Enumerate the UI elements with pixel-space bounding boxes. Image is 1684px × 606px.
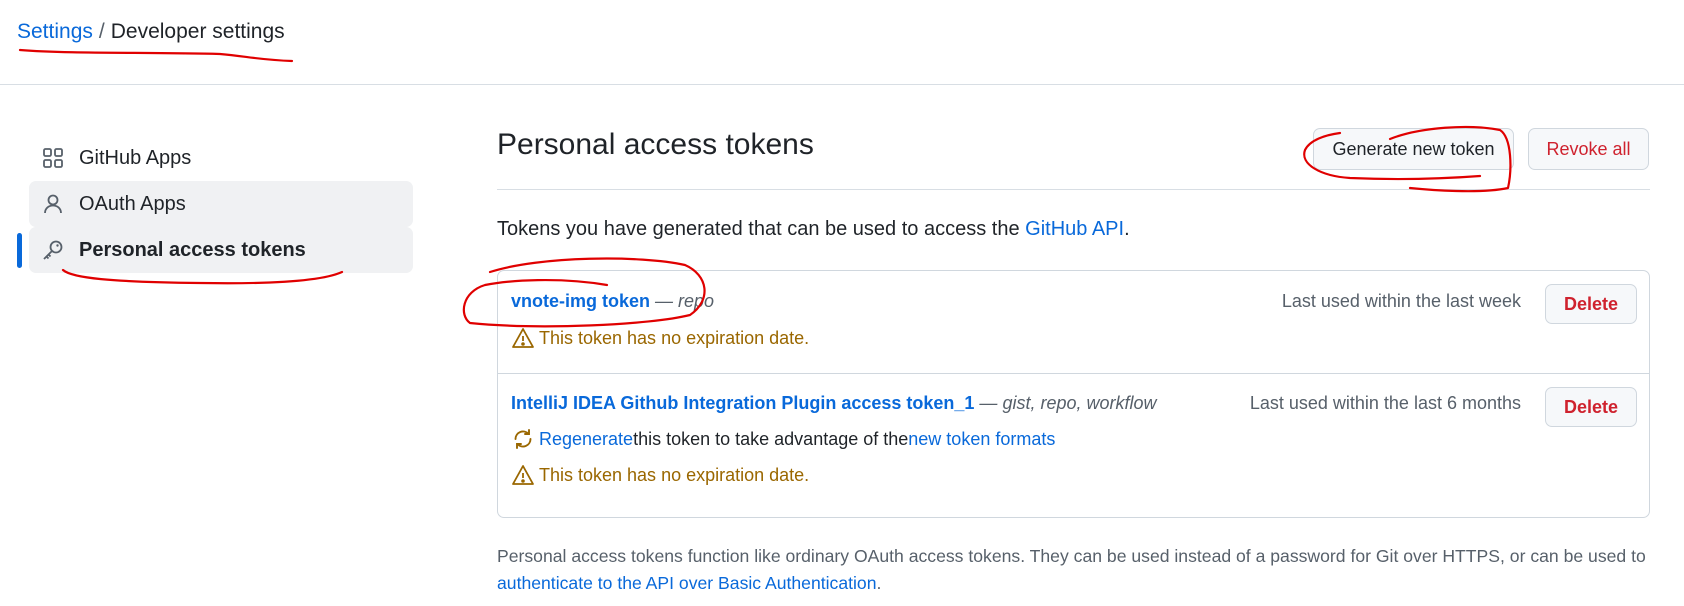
- basic-auth-link[interactable]: authenticate to the API over Basic Authe…: [497, 573, 877, 593]
- token-row: IntelliJ IDEA Github Integration Plugin …: [498, 374, 1649, 517]
- delete-token-button[interactable]: Delete: [1545, 387, 1637, 427]
- breadcrumb: Settings / Developer settings: [17, 18, 285, 46]
- token-name-link[interactable]: vnote-img token: [511, 291, 650, 311]
- expiration-warning: This token has no expiration date.: [511, 463, 809, 487]
- page-header: Personal access tokens Generate new toke…: [497, 120, 1650, 190]
- sidebar-item-personal-access-tokens[interactable]: Personal access tokens: [17, 227, 413, 273]
- intro-text-body: Tokens you have generated that can be us…: [497, 218, 1026, 240]
- breadcrumb-separator: /: [98, 20, 105, 43]
- token-scopes: gist, repo, workflow: [1002, 393, 1157, 413]
- breadcrumb-current: Developer settings: [110, 20, 285, 43]
- token-last-used: Last used within the last week: [1281, 291, 1521, 311]
- sidebar: GitHub Apps OAuth Apps Personal access t…: [17, 135, 413, 273]
- new-token-formats-link[interactable]: new token formats: [908, 429, 1055, 450]
- sidebar-item-label: Personal access tokens: [79, 238, 306, 261]
- token-dash: —: [974, 393, 1003, 413]
- developer-settings-page: Settings / Developer settings GitHub Apps …: [0, 0, 1684, 606]
- sync-icon: [514, 429, 532, 449]
- expiration-warning: This token has no expiration date.: [511, 326, 809, 350]
- delete-token-button[interactable]: Delete: [1545, 284, 1637, 324]
- intro-text-end: .: [1124, 218, 1130, 240]
- token-row: vnote-img token — repo Last used within …: [498, 271, 1649, 374]
- person-icon: [41, 192, 65, 216]
- token-title: IntelliJ IDEA Github Integration Plugin …: [511, 393, 1157, 414]
- main-content: Personal access tokens Generate new toke…: [497, 120, 1650, 593]
- token-list: vnote-img token — repo Last used within …: [497, 270, 1650, 518]
- generate-new-token-button[interactable]: Generate new token: [1313, 128, 1514, 170]
- key-icon: [41, 238, 65, 262]
- sidebar-item-label: OAuth Apps: [79, 192, 186, 215]
- revoke-all-button[interactable]: Revoke all: [1528, 128, 1649, 170]
- regenerate-link[interactable]: Regenerate: [539, 429, 633, 450]
- token-dash: —: [650, 291, 679, 311]
- sidebar-item-oauth-apps[interactable]: OAuth Apps: [29, 181, 413, 227]
- footnote-text: Personal access tokens function like ord…: [497, 546, 1646, 566]
- intro-text: Tokens you have generated that can be us…: [497, 218, 1130, 241]
- warning-icon: [512, 328, 534, 348]
- token-title: vnote-img token — repo: [511, 291, 714, 312]
- warning-icon: [512, 465, 534, 485]
- footnote-end: .: [876, 573, 882, 593]
- header-divider: [0, 84, 1684, 85]
- warning-text: This token has no expiration date.: [539, 464, 810, 485]
- page-title: Personal access tokens: [497, 128, 814, 161]
- sidebar-item-github-apps[interactable]: GitHub Apps: [29, 135, 413, 181]
- active-indicator: [17, 233, 22, 268]
- token-name-link[interactable]: IntelliJ IDEA Github Integration Plugin …: [511, 393, 974, 413]
- warning-text: This token has no expiration date.: [539, 327, 810, 348]
- token-last-used: Last used within the last 6 months: [1249, 393, 1521, 413]
- sidebar-item-label: GitHub Apps: [79, 146, 192, 169]
- apps-grid-icon: [41, 146, 65, 170]
- token-scopes: repo: [678, 291, 715, 311]
- footnote: Personal access tokens function like ord…: [497, 543, 1657, 597]
- regenerate-text: this token to take advantage of the: [633, 428, 909, 449]
- regenerate-notice: Regenerate this token to take advantage …: [511, 427, 1055, 451]
- github-api-link[interactable]: GitHub API: [1025, 218, 1124, 240]
- breadcrumb-settings-link[interactable]: Settings: [17, 20, 93, 43]
